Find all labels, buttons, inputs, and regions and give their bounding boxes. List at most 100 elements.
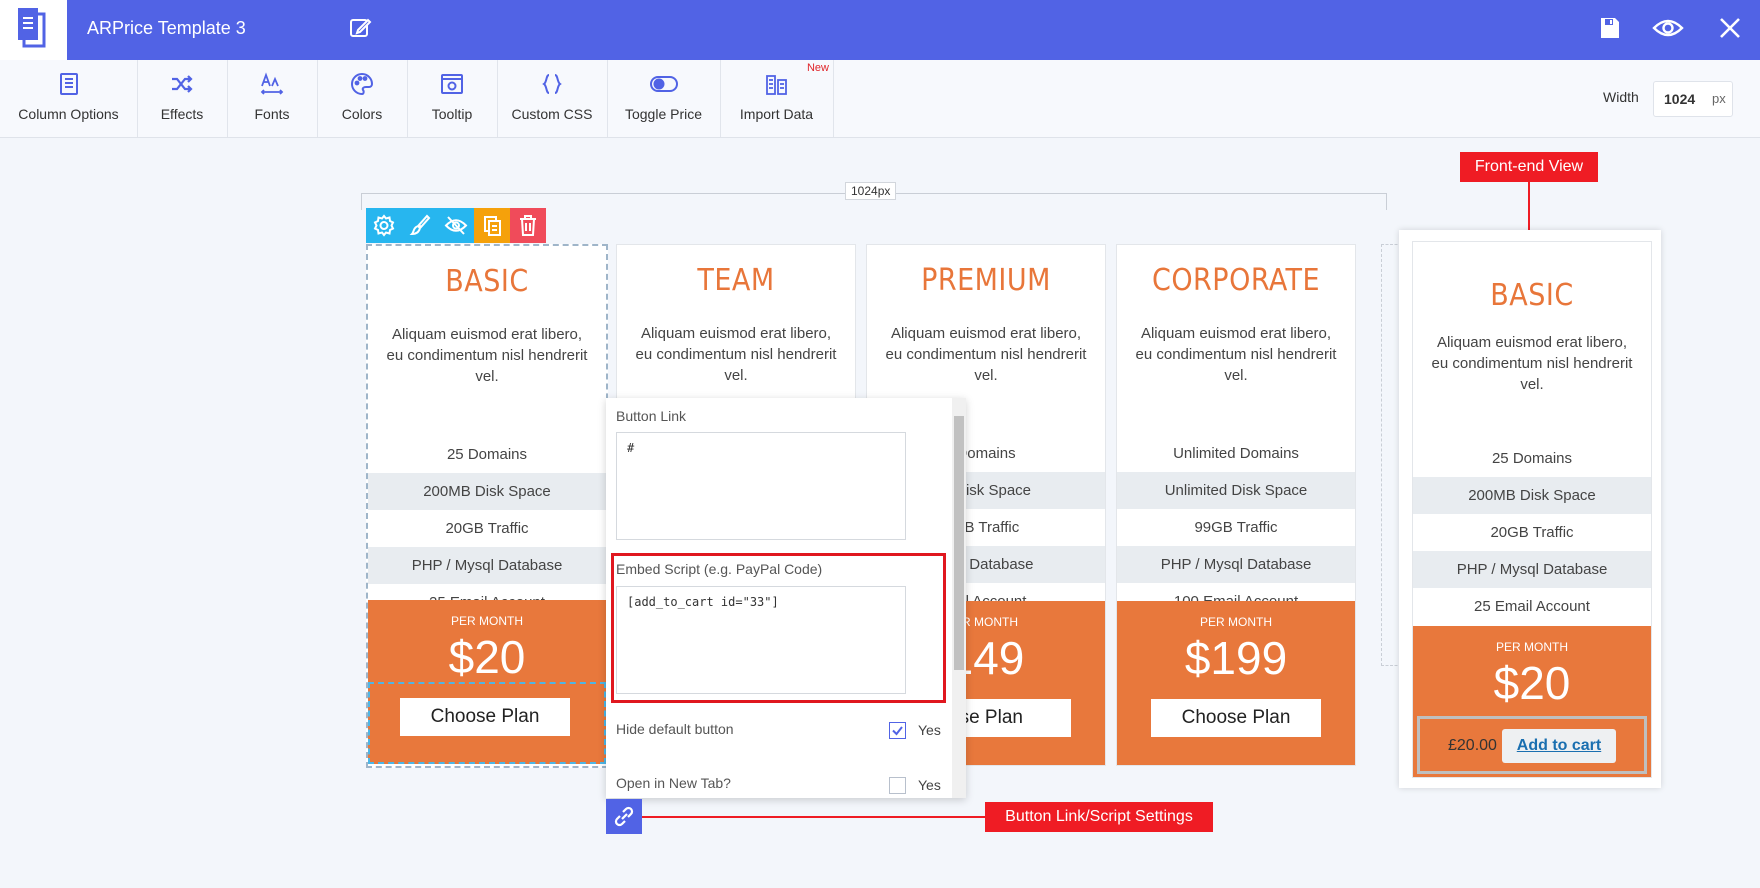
tool-label: Import Data — [739, 106, 814, 122]
tool-label: Colors — [341, 106, 383, 122]
tool-label: Fonts — [254, 106, 290, 122]
ruler-label: 1024px — [845, 182, 897, 200]
feature-row: 20GB Traffic — [1490, 524, 1574, 541]
tool-custom-css[interactable]: Custom CSS — [497, 60, 608, 137]
column-delete-button[interactable] — [510, 208, 546, 243]
plan-name: PREMIUM — [921, 263, 1051, 298]
per-month-label: PER MONTH — [451, 614, 523, 628]
price-area: PER MONTH $20 Choose Plan — [368, 600, 606, 764]
trash-icon — [520, 215, 536, 236]
open-new-tab-yes-label: Yes — [918, 777, 941, 793]
plan-name: BASIC — [445, 264, 529, 299]
tool-label: Custom CSS — [511, 106, 593, 122]
column-options-icon — [59, 73, 78, 95]
callout-line — [642, 816, 985, 818]
plan-description: Aliquam euismod erat libero, eu condimen… — [1135, 325, 1337, 384]
tool-toggle-price[interactable]: Toggle Price — [607, 60, 721, 137]
button-link-label: Button Link — [616, 408, 687, 424]
tool-tooltip[interactable]: Tooltip — [407, 60, 498, 137]
copy-icon — [484, 216, 501, 236]
feature-row: 25 Domains — [1491, 450, 1573, 467]
column-style-button[interactable] — [402, 208, 438, 243]
feature-row: Unlimited Disk Space — [1117, 472, 1355, 509]
feature-row: PHP / Mysql Database — [368, 547, 606, 584]
fonts-icon — [260, 72, 284, 95]
plan-description: Aliquam euismod erat libero, eu condimen… — [386, 326, 588, 385]
feature-row: PHP / Mysql Database — [1413, 551, 1651, 588]
braces-icon — [542, 74, 562, 94]
eye-slash-icon — [444, 216, 468, 235]
tooltip-icon — [441, 74, 463, 94]
plan-description: Aliquam euismod erat libero, eu condimen… — [1431, 334, 1633, 393]
add-to-cart-button[interactable]: Add to cart — [1502, 729, 1616, 763]
gear-icon — [373, 214, 395, 237]
plan-name: TEAM — [697, 263, 775, 298]
plan-description: Aliquam euismod erat libero, eu condimen… — [635, 325, 837, 384]
tool-import-data[interactable]: New Import Data — [720, 60, 834, 137]
plan-description: Aliquam euismod erat libero, eu condimen… — [885, 325, 1087, 384]
tool-column-options[interactable]: Column Options — [0, 60, 138, 137]
save-icon[interactable] — [1598, 16, 1622, 45]
preview-eye-icon[interactable] — [1652, 16, 1684, 45]
plan-column-basic[interactable]: BASIC Aliquam euismod erat libero, eu co… — [366, 244, 608, 768]
panel-scrollbar[interactable] — [952, 398, 966, 798]
price-value: $199 — [1184, 632, 1288, 684]
preview-plan-basic: BASIC Aliquam euismod erat libero, eu co… — [1412, 241, 1652, 778]
width-label: Width — [1603, 89, 1639, 105]
tool-effects[interactable]: Effects — [137, 60, 228, 137]
feature-row: 200MB Disk Space — [1413, 477, 1651, 514]
toggle-icon — [649, 76, 678, 92]
feature-row: 200MB Disk Space — [368, 473, 606, 510]
column-settings-button[interactable] — [366, 208, 402, 243]
import-data-icon — [765, 75, 787, 95]
hide-default-yes-label: Yes — [918, 722, 941, 738]
per-month-label: PER MONTH — [1200, 615, 1272, 629]
width-input[interactable]: 1024 px — [1653, 81, 1733, 117]
choose-plan-button[interactable]: Choose Plan — [400, 698, 570, 736]
feature-row: Unlimited Domains — [1173, 445, 1299, 462]
button-link-textarea[interactable]: # — [616, 432, 906, 540]
button-link-settings-button[interactable] — [606, 799, 642, 834]
plan-name: BASIC — [1490, 278, 1574, 313]
tool-label: Effects — [160, 106, 204, 122]
hide-default-button-checkbox[interactable] — [889, 722, 906, 739]
feature-row: 25 Email Account — [1474, 598, 1590, 615]
choose-plan-button[interactable]: Choose Plan — [1151, 699, 1321, 737]
palette-icon — [351, 72, 374, 96]
embed-script-highlight — [611, 553, 946, 703]
open-new-tab-label: Open in New Tab? — [616, 775, 731, 791]
tool-colors[interactable]: Colors — [317, 60, 408, 137]
arprice-logo-icon — [18, 8, 46, 48]
editor-toolbar: Column Options Effects Fonts Colors Tool… — [0, 60, 1760, 138]
app-logo — [0, 0, 67, 60]
hide-default-button-label: Hide default button — [616, 721, 734, 737]
new-badge: New — [806, 62, 829, 74]
plan-column-corporate[interactable]: CORPORATE Aliquam euismod erat libero, e… — [1116, 244, 1356, 766]
price-area: PER MONTH $199 Choose Plan — [1117, 601, 1355, 765]
feature-row: 20GB Traffic — [445, 520, 529, 537]
feature-row: 99GB Traffic — [1194, 519, 1278, 536]
plan-name: CORPORATE — [1151, 263, 1321, 298]
price-value: $20 — [1493, 657, 1571, 709]
tool-label: Column Options — [18, 106, 119, 122]
front-end-preview: BASIC Aliquam euismod erat libero, eu co… — [1399, 230, 1661, 788]
feature-row: PHP / Mysql Database — [1117, 546, 1355, 583]
tool-label: Tooltip — [431, 106, 473, 122]
shuffle-icon — [172, 75, 193, 93]
feature-row: 25 Domains — [446, 446, 528, 463]
front-end-view-callout: Front-end View — [1460, 152, 1598, 182]
column-duplicate-button[interactable] — [474, 208, 510, 243]
top-bar: ARPrice Template 3 — [0, 0, 1760, 60]
edit-title-icon[interactable] — [348, 16, 372, 45]
cart-price: £20.00 — [1448, 737, 1497, 754]
close-icon[interactable] — [1718, 16, 1742, 45]
panel-scrollbar-thumb[interactable] — [954, 416, 964, 670]
brush-icon — [409, 214, 431, 236]
column-hide-button[interactable] — [438, 208, 474, 243]
checkmark-icon — [892, 726, 903, 736]
tool-fonts[interactable]: Fonts — [227, 60, 318, 137]
per-month-label: PER MONTH — [1496, 640, 1568, 654]
link-icon — [614, 806, 634, 827]
add-to-cart-block: £20.00 Add to cart — [1417, 716, 1647, 774]
open-new-tab-checkbox[interactable] — [889, 777, 906, 794]
